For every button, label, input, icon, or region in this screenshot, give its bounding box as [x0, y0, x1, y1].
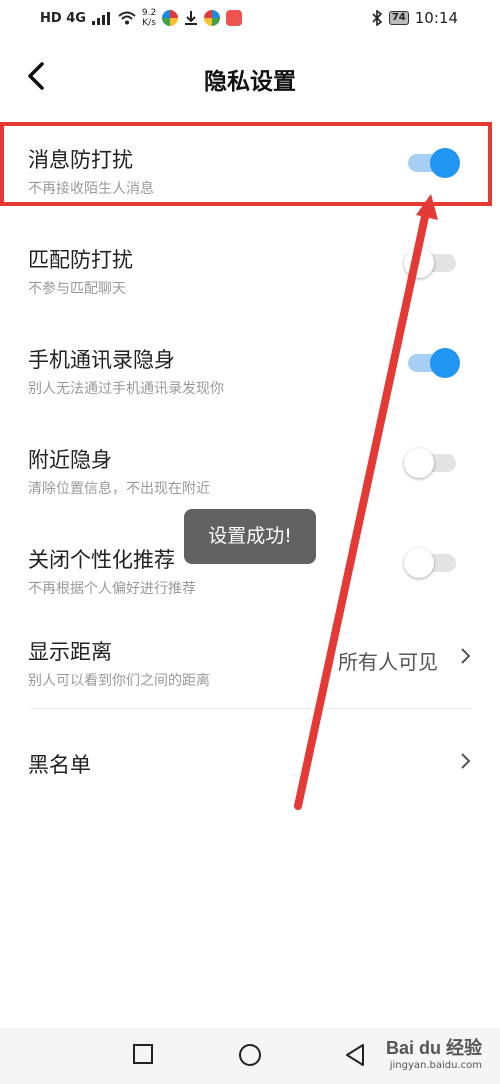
toggle-knob [404, 248, 434, 278]
setting-match-dnd: 匹配防打扰 不参与匹配聊天 [0, 228, 500, 328]
bluetooth-icon [372, 10, 383, 26]
toggle-switch[interactable] [404, 448, 456, 478]
watermark-sub: jingyan.baidu.com [389, 1060, 482, 1071]
highlight-box [0, 122, 492, 206]
toggle-switch[interactable] [408, 348, 460, 378]
download-icon [185, 11, 198, 25]
back-nav-button[interactable] [344, 1043, 366, 1067]
header: 隐私设置 [0, 50, 500, 106]
network-indicator: HD 4G [40, 10, 86, 26]
clock: 10:14 [414, 9, 458, 27]
watermark-main: Bai du 经验 [385, 1038, 482, 1058]
battery-icon: 74 [388, 11, 409, 25]
divider [28, 708, 472, 709]
setting-show-distance[interactable]: 显示距离 别人可以看到你们之间的距离 所有人可见 [0, 620, 500, 720]
page-title: 隐私设置 [204, 69, 296, 95]
setting-subtitle: 不参与匹配聊天 [28, 281, 126, 297]
setting-subtitle: 别人可以看到你们之间的距离 [28, 673, 210, 689]
setting-title: 附近隐身 [28, 448, 112, 472]
speed-unit: K/s [142, 18, 156, 28]
setting-blacklist[interactable]: 黑名单 [0, 727, 500, 797]
toggle-switch[interactable] [404, 248, 456, 278]
chevron-right-icon [461, 753, 471, 769]
setting-subtitle: 不再根据个人偏好进行推荐 [28, 581, 196, 597]
baidu-watermark: Bai du 经验 jingyan.baidu.com [386, 1034, 482, 1071]
recent-apps-button[interactable] [132, 1043, 154, 1065]
app-notification-icon [162, 10, 179, 26]
setting-title: 黑名单 [28, 753, 91, 777]
toggle-switch[interactable] [404, 548, 456, 578]
network-speed: 9.2 K/s [142, 8, 156, 28]
signal-icon [91, 12, 110, 25]
app-notification-icon [226, 10, 243, 26]
toggle-knob [404, 448, 434, 478]
chevron-right-icon [461, 648, 471, 664]
toast-message: 设置成功! [184, 509, 316, 564]
setting-title: 手机通讯录隐身 [28, 348, 175, 372]
distance-value: 所有人可见 [338, 650, 438, 674]
status-right: 74 10:14 [371, 9, 458, 27]
toggle-knob [430, 348, 460, 378]
setting-subtitle: 清除位置信息，不出现在附近 [28, 481, 210, 497]
toggle-knob [404, 548, 434, 578]
setting-title: 关闭个性化推荐 [28, 548, 175, 572]
wifi-icon [118, 11, 136, 25]
status-bar: HD 4G 9.2 K/s 74 10:14 [0, 0, 500, 38]
setting-subtitle: 别人无法通过手机通讯录发现你 [28, 381, 224, 397]
status-left: HD 4G 9.2 K/s [40, 8, 243, 28]
speed-value: 9.2 [141, 8, 157, 18]
navigation-bar: Bai du 经验 jingyan.baidu.com [0, 1028, 500, 1084]
home-button[interactable] [238, 1043, 262, 1067]
setting-title: 显示距离 [28, 640, 112, 664]
setting-title: 匹配防打扰 [28, 248, 133, 272]
setting-contacts-invisible: 手机通讯录隐身 别人无法通过手机通讯录发现你 [0, 328, 500, 428]
app-notification-icon [204, 10, 221, 26]
